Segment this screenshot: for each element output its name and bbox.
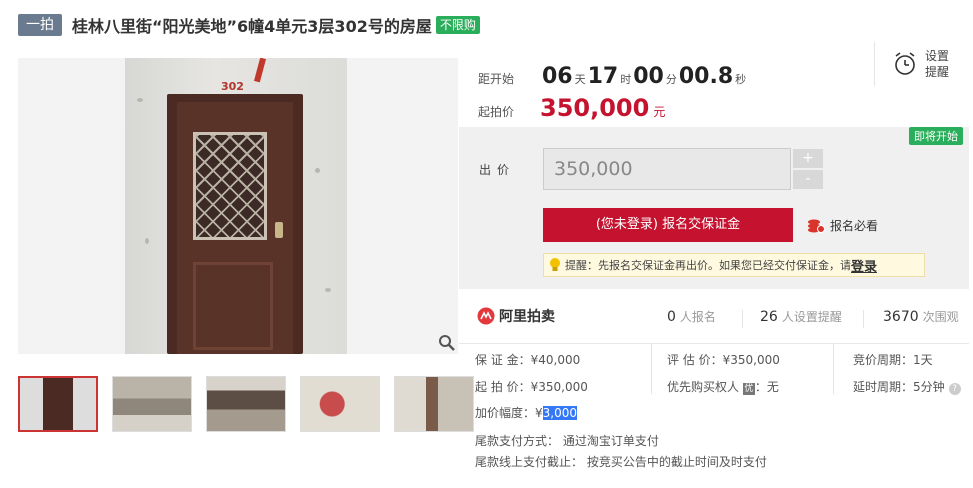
thumbnail-strip [18, 376, 474, 432]
reminder-count-unit: 人设置提醒 [781, 310, 842, 324]
login-link[interactable]: 登录 [851, 256, 877, 275]
start-price-detail-label: 起 拍 价： [475, 380, 531, 394]
bid-stepper: + - [793, 149, 823, 189]
payment-deadline-label: 尾款线上支付截止： [475, 455, 584, 469]
reminder-count: 26 人设置提醒 [760, 308, 842, 325]
countdown-hours: 17 [587, 64, 619, 89]
help-icon[interactable]: ? [948, 383, 961, 395]
start-price-value: 350,000 [540, 94, 650, 122]
brand-name: 阿里拍卖 [499, 309, 555, 325]
countdown: 距开始 06 天 17 时 00 分 00.8 秒 [478, 64, 748, 89]
increment-label: 加价幅度： [475, 406, 536, 420]
deposit-info: 保 证 金：¥40,000 [475, 351, 580, 368]
reminder-label: 设置提醒 [925, 49, 950, 79]
payment-method-value: 通过淘宝订单支付 [562, 434, 659, 448]
door-lower-panel [193, 262, 273, 350]
stats-row: 阿里拍卖 0 人报名 26 人设置提醒 3670 次围观 [459, 292, 969, 344]
signup-count-value: 0 [667, 309, 676, 325]
unlimited-badge: 不限购 [435, 16, 480, 34]
increase-button[interactable]: + [793, 149, 823, 168]
delay-value: 5分钟 [913, 380, 945, 394]
cycle-value: 1天 [913, 353, 933, 367]
increment-info: 加价幅度：¥3,000 [475, 404, 578, 421]
red-ribbon [253, 58, 267, 83]
priority-label: 优先购买权人 [667, 380, 740, 394]
start-price-label: 起拍价 [478, 105, 515, 119]
coins-icon [808, 219, 825, 233]
deposit-label: 保 证 金： [475, 353, 531, 367]
door-number: 302 [221, 80, 244, 93]
thumbnail[interactable] [112, 376, 192, 432]
bid-panel: 即将开始 出价 + - (您未登录) 报名交保证金 报名必看 提醒：先报名交保证… [459, 127, 969, 289]
thumbnail[interactable] [394, 376, 474, 432]
thumbnail[interactable] [18, 376, 98, 432]
payment-method-info: 尾款支付方式： 通过淘宝订单支付 [475, 432, 659, 449]
appraisal-value: ¥350,000 [722, 353, 780, 367]
start-price-info: 起 拍 价：¥350,000 [475, 378, 588, 395]
alibaba-auction-logo: 阿里拍卖 [477, 306, 555, 326]
hours-unit: 时 [620, 73, 632, 86]
tip-text: 提醒：先报名交保证金再出价。如果您已经交付保证金，请 [565, 259, 851, 272]
bid-label: 出价 [479, 163, 516, 177]
bid-input[interactable] [543, 148, 791, 190]
increment-prefix: ¥ [535, 406, 543, 420]
decrease-button[interactable]: - [793, 170, 823, 189]
title-row: 一拍 桂林八里街“阳光美地”6幢4单元3层302号的房屋 不限购 [18, 13, 480, 37]
signup-count: 0 人报名 [667, 308, 716, 325]
status-badge: 即将开始 [909, 127, 963, 145]
countdown-label: 距开始 [478, 72, 515, 86]
door-photo: 302 [125, 58, 347, 354]
start-price-row: 起拍价 350,000 元 [478, 94, 665, 122]
priority-info: 优先购买权人 优：无 [667, 378, 779, 395]
delay-cycle-info: 延时周期：5分钟? [853, 378, 961, 395]
view-count-unit: 次围观 [922, 310, 959, 324]
deposit-value: ¥40,000 [530, 353, 581, 367]
bidding-cycle-info: 竞价周期：1天 [853, 351, 933, 368]
start-price-detail-value: ¥350,000 [530, 380, 588, 394]
signup-guide-link[interactable]: 报名必看 [807, 217, 878, 234]
payment-deadline-value: 按竞买公告中的截止时间及时支付 [586, 455, 767, 469]
countdown-seconds: 00.8 [678, 64, 734, 89]
auction-round-badge: 一拍 [18, 14, 62, 36]
countdown-minutes: 00 [633, 64, 664, 89]
priority-value: ：无 [754, 380, 779, 394]
days-unit: 天 [574, 73, 586, 86]
priority-icon: 优 [742, 383, 755, 395]
view-count-value: 3670 [883, 309, 919, 325]
set-reminder-button[interactable]: 设置提醒 [874, 42, 954, 86]
thumbnail[interactable] [300, 376, 380, 432]
minutes-unit: 分 [665, 73, 677, 86]
alibaba-logo-icon [477, 307, 495, 325]
login-tip: 提醒：先报名交保证金再出价。如果您已经交付保证金，请 登录 [543, 253, 925, 277]
countdown-days: 06 [542, 64, 573, 89]
seconds-unit: 秒 [735, 73, 747, 86]
main-photo[interactable]: 302 [18, 58, 458, 354]
signup-deposit-button[interactable]: (您未登录) 报名交保证金 [543, 208, 793, 242]
payment-deadline-info: 尾款线上支付截止： 按竞买公告中的截止时间及时支付 [475, 453, 767, 470]
view-count: 3670 次围观 [883, 308, 959, 325]
increment-value: 3,000 [542, 406, 578, 420]
price-unit: 元 [653, 105, 666, 119]
thumbnail[interactable] [206, 376, 286, 432]
must-see-label: 报名必看 [830, 219, 879, 233]
payment-method-label: 尾款支付方式： [475, 434, 560, 448]
appraisal-info: 评 估 价：¥350,000 [667, 351, 780, 368]
door-handle [275, 222, 283, 238]
delay-label: 延时周期： [853, 380, 914, 394]
details-divider [651, 344, 652, 394]
page-title: 桂林八里街“阳光美地”6幢4单元3层302号的房屋 [72, 17, 432, 36]
alarm-clock-icon [895, 52, 915, 75]
details-divider [833, 344, 834, 394]
lightbulb-icon [550, 258, 560, 271]
reminder-count-value: 26 [760, 309, 778, 325]
door-grille [193, 132, 267, 240]
appraisal-label: 评 估 价： [667, 353, 723, 367]
signup-count-unit: 人报名 [679, 310, 716, 324]
cycle-label: 竞价周期： [853, 353, 914, 367]
zoom-icon[interactable] [438, 334, 456, 352]
